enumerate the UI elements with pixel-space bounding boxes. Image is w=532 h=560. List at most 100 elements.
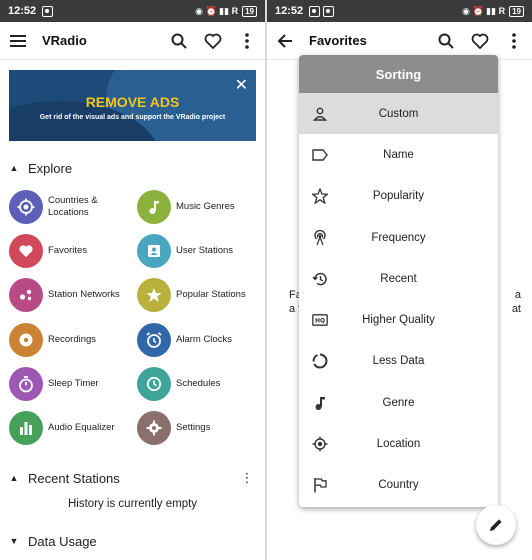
expand-caret-icon: ▼ — [9, 536, 19, 546]
explore-item-station-networks[interactable]: Station Networks — [9, 278, 135, 312]
explore-item-label: Favorites — [48, 245, 88, 256]
explore-item-label: Alarm Clocks — [176, 334, 232, 345]
sort-option-label: Popularity — [372, 190, 425, 203]
notification-icon — [323, 5, 335, 17]
edit-fab[interactable] — [476, 505, 516, 545]
signal-icon: ◉ ⏰ ▮▮ R — [195, 5, 239, 16]
battery-icon: 19 — [509, 5, 524, 17]
music-note-icon — [137, 190, 171, 224]
more-vert-icon[interactable] — [504, 31, 524, 51]
sort-option-recent[interactable]: Recent — [299, 258, 498, 299]
sort-option-label: Custom — [378, 107, 419, 120]
label-tag-icon — [312, 147, 328, 163]
sort-option-label: Location — [376, 438, 421, 451]
heart-icon — [9, 234, 43, 268]
sort-option-country[interactable]: Country — [299, 465, 498, 506]
search-icon[interactable] — [169, 31, 189, 51]
more-vert-icon[interactable] — [237, 31, 257, 51]
data-usage-title: Data Usage — [28, 533, 97, 549]
data-usage-header[interactable]: ▼ Data Usage — [0, 533, 265, 549]
hq-icon: HQ — [312, 312, 328, 328]
notification-icon — [42, 5, 54, 17]
recent-stations-title: Recent Stations — [28, 470, 120, 486]
user-badge-icon — [137, 234, 171, 268]
background-text-line: a — [514, 289, 521, 301]
status-time: 12:52 — [275, 5, 304, 17]
sort-option-label: Country — [378, 479, 419, 492]
equalizer-icon — [9, 411, 43, 445]
sort-option-name[interactable]: Name — [299, 134, 498, 175]
explore-item-label: Station Networks — [48, 289, 120, 300]
back-arrow-icon[interactable] — [275, 31, 295, 51]
recent-stations-header[interactable]: ▲ Recent Stations ⋮ — [0, 470, 265, 486]
sort-option-label: Frequency — [371, 231, 426, 244]
search-icon[interactable] — [436, 31, 456, 51]
person-icon — [312, 106, 328, 122]
remove-ads-banner[interactable]: REMOVE ADS Get rid of the visual ads and… — [9, 70, 256, 141]
background-text-right: a at — [501, 288, 521, 316]
data-saver-icon — [312, 353, 328, 369]
explore-item-label: Recordings — [48, 334, 97, 345]
sorting-dialog-title: Sorting — [299, 55, 498, 93]
clock-icon — [137, 367, 171, 401]
svg-text:HQ: HQ — [315, 318, 325, 325]
pencil-icon — [490, 519, 502, 531]
explore-item-label: User Stations — [176, 245, 234, 256]
more-vert-icon[interactable]: ⋮ — [229, 470, 265, 486]
sort-options-list: Custom Name Popularity Frequency Recent HQ Hig… — [299, 93, 498, 506]
alarm-clock-icon — [137, 323, 171, 357]
flag-icon — [312, 477, 328, 493]
explore-item-countries-locations[interactable]: Countries & Locations — [9, 190, 135, 224]
sort-option-genre[interactable]: Genre — [299, 382, 498, 423]
menu-icon[interactable] — [8, 31, 28, 51]
explore-item-user-stations[interactable]: User Stations — [137, 234, 263, 268]
explore-item-recordings[interactable]: Recordings — [9, 323, 135, 357]
sort-option-location[interactable]: Location — [299, 423, 498, 464]
app-bar: VRadio — [0, 22, 265, 60]
explore-item-label: Audio Equalizer — [48, 422, 115, 433]
sorting-dialog: Sorting Custom Name Popularity Frequency Rec… — [299, 55, 498, 507]
heart-outline-icon[interactable] — [203, 31, 223, 51]
banner-headline: REMOVE ADS — [85, 94, 180, 110]
sort-option-popularity[interactable]: Popularity — [299, 176, 498, 217]
status-time: 12:52 — [8, 5, 37, 17]
gps-icon — [312, 436, 328, 452]
explore-item-favorites[interactable]: Favorites — [9, 234, 135, 268]
explore-item-settings[interactable]: Settings — [137, 411, 263, 445]
star-icon — [137, 278, 171, 312]
status-bar: 12:52 ◉ ⏰ ▮▮ R 19 — [0, 0, 265, 22]
sort-option-less-data[interactable]: Less Data — [299, 341, 498, 382]
explore-item-label: Sleep Timer — [48, 378, 99, 389]
heart-outline-icon[interactable] — [470, 31, 490, 51]
sort-option-label: Name — [383, 148, 414, 161]
collapse-caret-icon: ▲ — [9, 473, 19, 483]
explore-item-sleep-timer[interactable]: Sleep Timer — [9, 367, 135, 401]
sort-option-label: Genre — [382, 396, 415, 409]
close-icon[interactable]: ✕ — [235, 78, 248, 94]
screen-title: Favorites — [309, 33, 367, 48]
music-note-icon — [312, 395, 328, 411]
background-text-line: at — [511, 303, 521, 315]
explore-item-alarm-clocks[interactable]: Alarm Clocks — [137, 323, 263, 357]
app-title: VRadio — [42, 33, 87, 48]
gear-icon — [137, 411, 171, 445]
explore-section-header[interactable]: ▲ Explore — [0, 160, 265, 176]
signal-icon: ◉ ⏰ ▮▮ R — [462, 5, 506, 16]
notification-icon — [309, 5, 321, 17]
explore-item-music-genres[interactable]: Music Genres — [137, 190, 263, 224]
sort-option-higher-quality[interactable]: HQ Higher Quality — [299, 299, 498, 340]
record-icon — [9, 323, 43, 357]
main-screen: 12:52 ◉ ⏰ ▮▮ R 19 VRadio REMOVE ADS Get … — [0, 0, 265, 560]
banner-subtext: Get rid of the visual ads and support th… — [39, 114, 226, 121]
antenna-icon — [312, 229, 328, 246]
stopwatch-icon — [9, 367, 43, 401]
sort-option-custom[interactable]: Custom — [299, 93, 498, 135]
explore-item-schedules[interactable]: Schedules — [137, 367, 263, 401]
explore-item-audio-equalizer[interactable]: Audio Equalizer — [9, 411, 135, 445]
star-outline-icon — [312, 188, 328, 205]
explore-item-popular-stations[interactable]: Popular Stations — [137, 278, 263, 312]
sort-option-frequency[interactable]: Frequency — [299, 217, 498, 258]
explore-item-label: Music Genres — [176, 201, 235, 212]
location-target-icon — [9, 190, 43, 224]
sort-option-label: Less Data — [372, 355, 425, 368]
